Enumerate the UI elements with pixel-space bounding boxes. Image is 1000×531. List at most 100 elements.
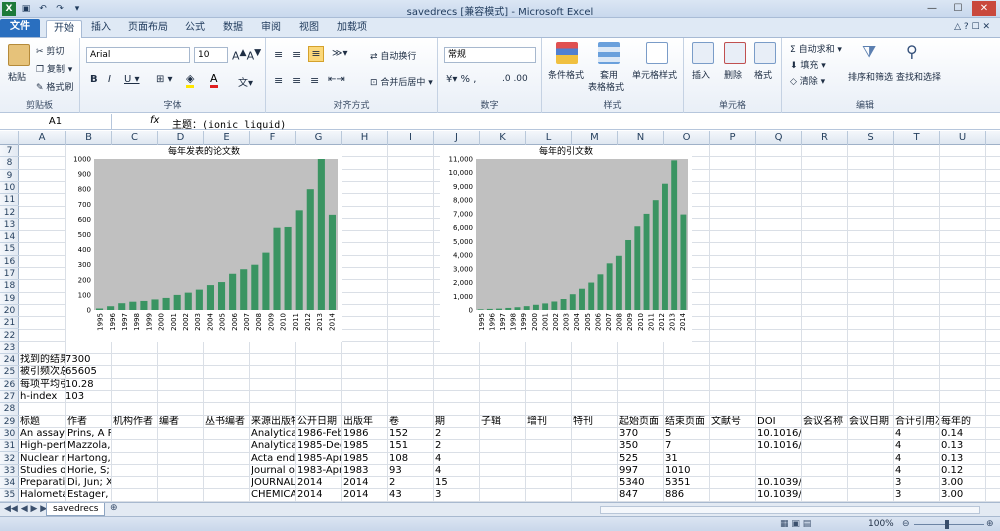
align-center-icon[interactable]: ≡	[292, 74, 301, 87]
fx-icon[interactable]: fx	[150, 115, 159, 126]
table-cell[interactable]: Horie, S; W	[67, 465, 111, 477]
table-cell[interactable]: 1983	[343, 465, 387, 477]
select-all-corner[interactable]	[0, 131, 19, 145]
table-header-cell[interactable]: 编者	[159, 416, 203, 428]
tab-addins[interactable]: 加载项	[332, 20, 372, 38]
table-cell[interactable]: Di, Jun; Xia	[67, 477, 111, 489]
table-cell[interactable]: 10.1039/c3	[757, 477, 801, 489]
italic-icon[interactable]: I	[108, 74, 111, 85]
conditional-format-icon[interactable]	[556, 42, 578, 64]
table-cell[interactable]: 108	[389, 453, 433, 465]
table-cell[interactable]: Preparatio	[20, 477, 65, 489]
formula-input[interactable]: 主题：(ionic liquid)	[172, 116, 286, 131]
table-header-cell[interactable]: 卷	[389, 416, 433, 428]
decimal-icon[interactable]: .0 .00	[502, 74, 528, 84]
table-cell[interactable]: 31	[665, 453, 709, 465]
table-cell[interactable]: Analytical	[251, 428, 295, 440]
table-header-cell[interactable]: 公开日期	[297, 416, 341, 428]
row-header-13[interactable]: 13	[0, 219, 19, 232]
table-header-cell[interactable]: 标题	[20, 416, 65, 428]
row-header-18[interactable]: 18	[0, 280, 19, 293]
table-cell[interactable]: 3.00	[941, 489, 985, 501]
table-cell[interactable]: 152	[389, 428, 433, 440]
stat-value[interactable]: 103	[65, 391, 109, 403]
table-cell[interactable]: 350	[619, 440, 663, 452]
insert-cells-icon[interactable]	[692, 42, 714, 64]
worksheet-grid[interactable]: 找到的结果 7300 被引频次总 65605 每项平均引 10.28 h-index 103 标…	[19, 145, 1000, 502]
table-header-cell[interactable]: 作者	[67, 416, 111, 428]
stat-label[interactable]: 被引频次总	[20, 366, 65, 378]
tab-page-layout[interactable]: 页面布局	[124, 20, 172, 38]
cell-styles-button[interactable]: 单元格样式	[632, 68, 677, 81]
indent-icon[interactable]: ⇤⇥	[328, 74, 345, 85]
table-cell[interactable]: 43	[389, 489, 433, 501]
table-header-cell[interactable]: 会议名称	[803, 416, 847, 428]
help-icon[interactable]: △ ? ☐ ✕	[954, 22, 990, 32]
row-header-28[interactable]: 28	[0, 403, 19, 416]
column-header-m[interactable]: M	[572, 131, 618, 145]
table-cell[interactable]: 10.1039/c3	[757, 489, 801, 501]
table-cell[interactable]: 93	[389, 465, 433, 477]
row-header-20[interactable]: 20	[0, 305, 19, 318]
row-header-25[interactable]: 25	[0, 366, 19, 379]
row-header-29[interactable]: 29	[0, 416, 19, 428]
row-header-22[interactable]: 22	[0, 330, 19, 342]
tab-formulas[interactable]: 公式	[180, 20, 210, 38]
table-cell[interactable]: 3	[895, 477, 939, 489]
table-cell[interactable]: 0.13	[941, 453, 985, 465]
table-cell[interactable]: 1985	[343, 440, 387, 452]
currency-icon[interactable]: ¥▾ % ,	[446, 74, 476, 85]
format-cells-button[interactable]: 格式	[754, 68, 772, 81]
column-header-d[interactable]: D	[158, 131, 204, 145]
row-header-9[interactable]: 9	[0, 170, 19, 182]
table-cell[interactable]: Acta endo	[251, 453, 295, 465]
autosum-button[interactable]: Σ 自动求和 ▾	[790, 42, 842, 55]
align-left-icon[interactable]: ≡	[274, 74, 283, 87]
align-right-icon[interactable]: ≡	[310, 74, 319, 87]
table-cell[interactable]: 4	[895, 440, 939, 452]
row-header-24[interactable]: 24	[0, 354, 19, 367]
table-cell[interactable]: 370	[619, 428, 663, 440]
column-header-l[interactable]: L	[526, 131, 572, 145]
tab-insert[interactable]: 插入	[86, 20, 116, 38]
number-format-select[interactable]: 常规	[444, 47, 536, 63]
table-header-cell[interactable]: 来源出版物	[251, 416, 295, 428]
table-header-cell[interactable]: DOI	[757, 416, 801, 428]
table-cell[interactable]: Journal of	[251, 465, 295, 477]
table-cell[interactable]: 4	[895, 465, 939, 477]
maximize-icon[interactable]: ☐	[946, 1, 970, 16]
conditional-format-button[interactable]: 条件格式	[548, 68, 584, 81]
table-cell[interactable]: 10.1016/00	[757, 440, 801, 452]
chart-papers-per-year[interactable]: 每年发表的论文数 0 100 200 300 400 500 600 700 800 900 1000…	[66, 145, 342, 342]
table-cell[interactable]: Nuclear re	[20, 453, 65, 465]
table-cell[interactable]: 1985	[343, 453, 387, 465]
sort-filter-button[interactable]: 排序和筛选	[848, 70, 893, 83]
tab-data[interactable]: 数据	[218, 20, 248, 38]
merge-center-button[interactable]: ⊡ 合并后居中 ▾	[370, 75, 433, 88]
table-cell[interactable]: Halometall	[20, 489, 65, 501]
table-cell[interactable]: 847	[619, 489, 663, 501]
fill-color-icon[interactable]: ◈	[186, 72, 195, 88]
paste-button[interactable]: 粘贴	[8, 70, 26, 83]
orientation-icon[interactable]: ≫▾	[332, 48, 348, 59]
table-cell[interactable]: 15	[435, 477, 479, 489]
row-header-19[interactable]: 19	[0, 293, 19, 305]
row-header-10[interactable]: 10	[0, 182, 19, 195]
tab-view[interactable]: 视图	[294, 20, 324, 38]
table-cell[interactable]: 1983-Apr	[297, 465, 341, 477]
table-cell[interactable]: 1986-Feb-	[297, 428, 341, 440]
grow-font-icon[interactable]: A▲A▼	[232, 47, 261, 63]
stat-label[interactable]: h-index	[20, 391, 65, 403]
table-header-cell[interactable]: 特刊	[573, 416, 617, 428]
column-header-k[interactable]: K	[480, 131, 526, 145]
column-header-q[interactable]: Q	[756, 131, 802, 145]
table-format-icon[interactable]	[598, 42, 620, 64]
zoom-in-icon[interactable]: ⊕	[986, 519, 994, 529]
table-header-cell[interactable]: 结束页面	[665, 416, 709, 428]
row-header-16[interactable]: 16	[0, 256, 19, 268]
phonetic-icon[interactable]: 文▾	[238, 74, 253, 89]
close-icon[interactable]: ✕	[972, 1, 996, 16]
delete-cells-button[interactable]: 删除	[724, 68, 742, 81]
stat-label[interactable]: 找到的结果	[20, 354, 65, 366]
name-box[interactable]: A1	[0, 114, 112, 130]
